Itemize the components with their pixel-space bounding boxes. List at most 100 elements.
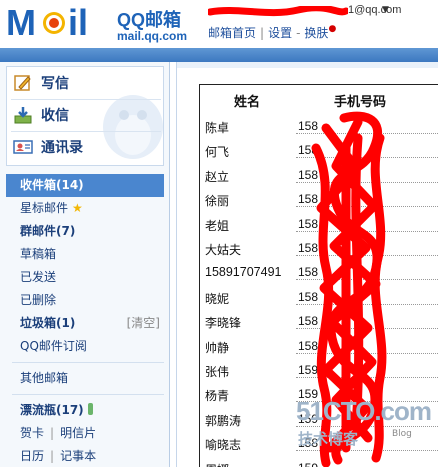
separator: - bbox=[296, 26, 301, 40]
tool-links: 日历 | 记事本 bbox=[6, 445, 164, 467]
card-links: 贺卡 | 明信片 bbox=[6, 422, 164, 445]
row-divider bbox=[296, 401, 438, 403]
account-redaction bbox=[208, 6, 348, 17]
main-content: 姓名 手机号码 陈卓 158 何飞 158 赵立 158 徐丽 158 老姐 158 大姑夫 158 1… bbox=[176, 62, 438, 467]
row-divider bbox=[296, 157, 438, 159]
contact-name: 郭鹏涛 bbox=[205, 413, 242, 428]
header: M il QQ邮箱 mail.qq.com 1@qq.com ▼ 邮箱首页 | 设置… bbox=[0, 0, 438, 48]
folder-group[interactable]: 群邮件(7) bbox=[6, 220, 164, 243]
contact-phone: 158 bbox=[298, 192, 319, 207]
contact-phone: 159 bbox=[298, 411, 319, 426]
contact-row: 15891707491 158 bbox=[200, 261, 438, 285]
postcard-link[interactable]: 明信片 bbox=[60, 426, 96, 440]
contact-phone: 158 bbox=[298, 241, 319, 255]
separator: | bbox=[50, 426, 55, 440]
folder-inbox[interactable]: 收件箱(14) bbox=[6, 174, 164, 197]
folder-list: 收件箱(14) 星标邮件 ★ 群邮件(7) 草稿箱 已发送 已删除 垃圾箱(1) [… bbox=[6, 174, 164, 467]
mail-home-link[interactable]: 邮箱首页 bbox=[208, 26, 256, 40]
greeting-card-link[interactable]: 贺卡 bbox=[20, 426, 44, 440]
svg-text:M: M bbox=[6, 2, 36, 42]
divider bbox=[12, 394, 164, 395]
contact-name: 喻晓志 bbox=[205, 438, 242, 453]
folder-subscriptions[interactable]: QQ邮件订阅 bbox=[6, 335, 164, 358]
contact-row: 晓妮 158 bbox=[200, 286, 438, 310]
compose-label: 写信 bbox=[41, 76, 69, 92]
contact-row: 喻晓志 158 bbox=[200, 432, 438, 456]
contacts-button[interactable]: 通讯录 bbox=[13, 135, 133, 159]
chevron-down-icon[interactable]: ▼ bbox=[382, 5, 389, 15]
row-divider bbox=[296, 303, 438, 305]
settings-link[interactable]: 设置 bbox=[268, 26, 292, 40]
contact-name: 15891707491 bbox=[205, 265, 282, 280]
column-header-name: 姓名 bbox=[234, 95, 261, 110]
contact-row: 何飞 158 bbox=[200, 139, 438, 163]
contact-row: 徐丽 158 bbox=[200, 188, 438, 212]
folder-drift-bottle[interactable]: 漂流瓶(17) bbox=[6, 399, 164, 422]
receive-button[interactable]: 收信 bbox=[13, 103, 133, 127]
contact-name: 晓妮 bbox=[205, 291, 230, 306]
sidebar: 写信 收信 通讯录 收件箱(14) 星标邮件 ★ 群邮件(7) 草稿箱 已发送 已 bbox=[0, 62, 170, 467]
contact-name: 赵立 bbox=[205, 169, 230, 184]
folder-starred-label: 星标邮件 bbox=[20, 201, 69, 215]
contact-phone: 158 bbox=[298, 143, 319, 158]
contacts-sheet: 姓名 手机号码 陈卓 158 何飞 158 赵立 158 徐丽 158 老姐 158 大姑夫 158 1… bbox=[199, 84, 438, 467]
row-divider bbox=[296, 425, 438, 427]
contact-phone: 158 bbox=[298, 436, 319, 451]
row-divider bbox=[296, 230, 438, 232]
contact-row: 李晓锋 158 bbox=[200, 310, 438, 334]
contact-phone: 158 bbox=[298, 289, 319, 304]
row-divider bbox=[296, 450, 438, 452]
contact-phone: 158 bbox=[298, 216, 319, 231]
qq-mail-logo[interactable]: M il bbox=[6, 2, 114, 42]
folder-spam-label: 垃圾箱(1) bbox=[20, 316, 76, 330]
contact-name: 张伟 bbox=[205, 365, 230, 379]
folder-deleted[interactable]: 已删除 bbox=[6, 289, 164, 312]
brand-url: mail.qq.com bbox=[117, 29, 188, 43]
contact-row: 赵立 158 bbox=[200, 164, 438, 188]
account-email-domain: 1@qq.com bbox=[348, 4, 402, 16]
contact-row: 张伟 159 bbox=[200, 359, 438, 383]
contact-row: 郭鹏涛 159 bbox=[200, 408, 438, 432]
contact-phone: 158 bbox=[298, 167, 319, 182]
row-divider bbox=[296, 352, 438, 354]
contact-phone: 159 bbox=[298, 363, 319, 377]
account-menu[interactable]: 1@qq.com ▼ bbox=[208, 4, 401, 20]
folder-sent[interactable]: 已发送 bbox=[6, 266, 164, 289]
skin-notification-dot-icon: ● bbox=[328, 24, 337, 34]
change-skin-link[interactable]: 换肤 bbox=[304, 26, 328, 40]
compose-button[interactable]: 写信 bbox=[13, 71, 133, 95]
contact-name: 周娜 bbox=[205, 461, 229, 467]
contact-name: 陈卓 bbox=[205, 121, 230, 135]
calendar-link[interactable]: 日历 bbox=[20, 449, 44, 463]
contact-phone: 159 bbox=[298, 387, 319, 402]
drift-bottle-label: 漂流瓶(17) bbox=[20, 403, 84, 417]
contact-name: 李晓锋 bbox=[205, 316, 242, 331]
folder-spam[interactable]: 垃圾箱(1) [清空] bbox=[6, 312, 164, 335]
divider bbox=[12, 362, 164, 363]
divider bbox=[11, 99, 161, 100]
separator: | bbox=[260, 26, 265, 40]
folder-other-mailboxes[interactable]: 其他邮箱 bbox=[6, 367, 164, 390]
contacts-card-icon bbox=[13, 140, 33, 154]
folder-starred[interactable]: 星标邮件 ★ bbox=[6, 197, 164, 220]
quick-actions-panel: 写信 收信 通讯录 bbox=[6, 66, 164, 166]
row-divider bbox=[296, 377, 438, 378]
contact-name: 何飞 bbox=[205, 145, 230, 160]
row-divider bbox=[296, 133, 438, 134]
folder-drafts[interactable]: 草稿箱 bbox=[6, 243, 164, 266]
notebook-link[interactable]: 记事本 bbox=[60, 449, 96, 463]
contacts-label: 通讯录 bbox=[41, 140, 83, 156]
clear-spam-link[interactable]: [清空] bbox=[127, 312, 160, 335]
divider bbox=[11, 131, 161, 132]
contact-name: 徐丽 bbox=[205, 194, 230, 209]
row-divider bbox=[296, 279, 438, 281]
row-divider bbox=[296, 255, 438, 256]
contact-phone: 158 bbox=[298, 314, 319, 329]
main-toolbar-strip bbox=[177, 62, 438, 68]
contact-row: 杨青 159 bbox=[200, 383, 438, 407]
svg-text:il: il bbox=[68, 2, 88, 42]
contact-phone: 159 bbox=[298, 461, 318, 467]
inbox-download-icon bbox=[14, 107, 32, 124]
row-divider bbox=[296, 206, 438, 208]
header-band bbox=[0, 48, 438, 62]
